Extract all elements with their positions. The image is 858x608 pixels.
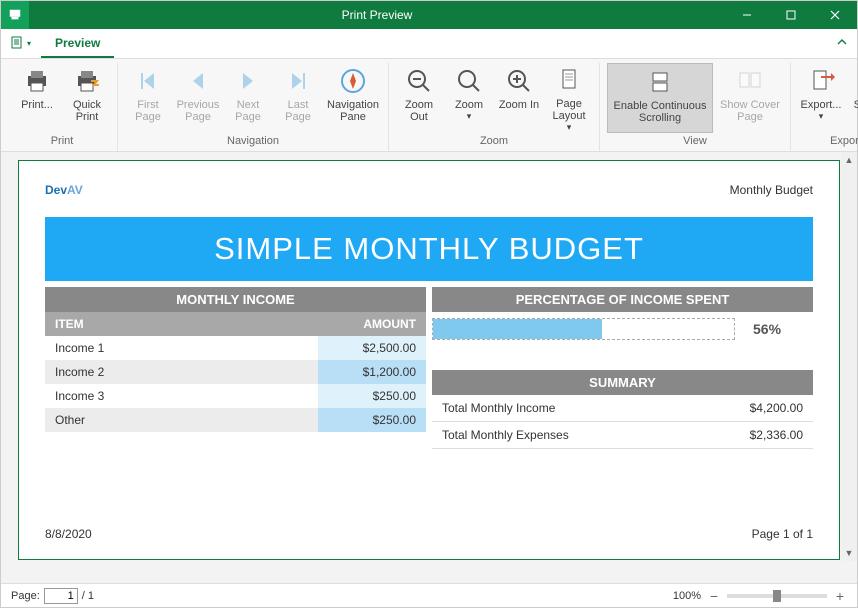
pct-bar-fill [433,319,602,339]
document-page: DevAV Monthly Budget SIMPLE MONTHLY BUDG… [18,160,840,560]
compass-icon [337,65,369,97]
ribbon-group-print: Print... Quick Print Print [7,63,118,151]
ribbon-group-export: Export... ▾ Send... ▾ Export [791,63,858,151]
brand-label: DevAV [45,183,83,197]
maximize-button[interactable] [769,1,813,29]
app-icon [1,1,29,29]
first-page-button[interactable]: First Page [125,63,171,133]
footer-date: 8/8/2020 [45,527,92,541]
pct-row: 56% [432,312,813,346]
tab-strip: ▾ Preview [1,29,857,59]
previous-page-icon [182,65,214,97]
vertical-scrollbar[interactable]: ▲ ▼ [841,152,857,561]
title-bar: Print Preview [1,1,857,29]
first-page-icon [132,65,164,97]
page-layout-button[interactable]: Page Layout ▾ [546,63,592,133]
zoom-minus-button[interactable]: − [707,589,721,603]
show-cover-page-button[interactable]: Show Cover Page [717,63,783,133]
zoom-in-button[interactable]: Zoom In [496,63,542,133]
document-title: SIMPLE MONTHLY BUDGET [45,217,813,281]
summary-row: Total Monthly Income $4,200.00 [432,395,813,422]
table-row: Other $250.00 [45,408,426,432]
zoom-in-icon [503,65,535,97]
collapse-ribbon-button[interactable] [827,28,857,58]
table-row: Income 3 $250.00 [45,384,426,408]
close-button[interactable] [813,1,857,29]
income-section-head: MONTHLY INCOME [45,287,426,312]
zoom-value: 100% [673,590,701,602]
export-icon [805,65,837,97]
previous-page-button[interactable]: Previous Page [175,63,221,133]
table-row: Income 1 $2,500.00 [45,336,426,360]
footer-page: Page 1 of 1 [752,527,813,541]
dropdown-icon: ▾ [819,112,824,122]
tab-preview[interactable]: Preview [41,30,114,58]
scroll-down-icon[interactable]: ▼ [845,545,854,561]
pct-section-head: PERCENTAGE OF INCOME SPENT [432,287,813,312]
next-page-icon [232,65,264,97]
minimize-button[interactable] [725,1,769,29]
ribbon-group-zoom: Zoom Out Zoom ▾ Zoom In Page Layout ▾ Zo… [389,63,600,151]
quick-print-icon [71,65,103,97]
page-total-label: / 1 [82,590,94,602]
continuous-scrolling-icon [644,66,676,98]
navigation-pane-button[interactable]: Navigation Pane [325,63,381,133]
last-page-icon [282,65,314,97]
continuous-scrolling-button[interactable]: Enable Continuous Scrolling [607,63,713,133]
zoom-button[interactable]: Zoom ▾ [446,63,492,133]
cover-page-icon [734,65,766,97]
zoom-plus-button[interactable]: + [833,589,847,603]
quick-print-button[interactable]: Quick Print [64,63,110,133]
zoom-icon [453,65,485,97]
page-layout-icon [553,65,585,96]
zoom-slider-thumb[interactable] [773,590,781,602]
table-row: Income 2 $1,200.00 [45,360,426,384]
printer-icon [21,65,53,97]
dropdown-icon: ▾ [567,123,572,133]
window-title: Print Preview [29,8,725,22]
income-table-head: ITEM AMOUNT [45,312,426,336]
dropdown-icon: ▾ [467,112,472,122]
summary-section-head: SUMMARY [432,370,813,395]
file-menu-button[interactable]: ▾ [1,28,41,58]
print-button[interactable]: Print... [14,63,60,133]
scroll-up-icon[interactable]: ▲ [845,152,854,168]
zoom-slider[interactable] [727,594,827,598]
last-page-button[interactable]: Last Page [275,63,321,133]
ribbon-group-navigation: First Page Previous Page Next Page Last … [118,63,389,151]
export-button[interactable]: Export... ▾ [798,63,844,133]
preview-area[interactable]: DevAV Monthly Budget SIMPLE MONTHLY BUDG… [1,152,857,583]
status-bar: Page: / 1 100% − + [1,583,857,607]
summary-row: Total Monthly Expenses $2,336.00 [432,422,813,449]
zoom-out-button[interactable]: Zoom Out [396,63,442,133]
send-button[interactable]: Send... ▾ [848,63,858,133]
page-label: Page: [11,590,40,602]
page-number-input[interactable] [44,588,78,604]
zoom-out-icon [403,65,435,97]
next-page-button[interactable]: Next Page [225,63,271,133]
pct-bar [432,318,735,340]
ribbon: Print... Quick Print Print First Page Pr… [1,59,857,152]
ribbon-group-view: Enable Continuous Scrolling Show Cover P… [600,63,791,151]
pct-value: 56% [753,321,813,337]
header-right-label: Monthly Budget [730,183,813,197]
